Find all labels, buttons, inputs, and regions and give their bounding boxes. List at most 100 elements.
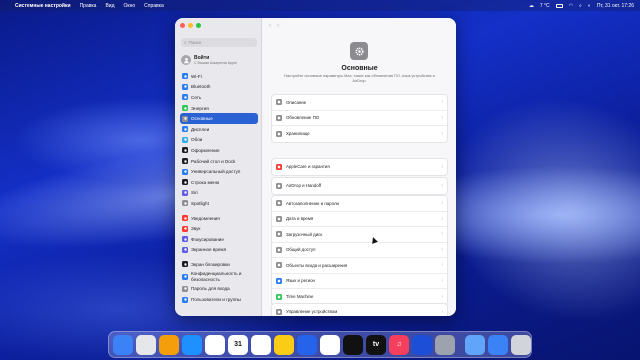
settings-row-label: Объекты входа и расширения <box>286 262 348 268</box>
settings-row-label: AppleCare и гарантия <box>286 164 330 170</box>
launchpad-icon[interactable] <box>136 334 156 355</box>
globe-icon <box>182 94 188 101</box>
sidebar-item[interactable]: Энергия <box>180 103 258 114</box>
sidebar-item[interactable]: Bluetooth <box>180 82 258 93</box>
battery-status-icon[interactable] <box>555 3 563 8</box>
finder-icon[interactable] <box>113 334 133 355</box>
sidebar-item[interactable]: Основные <box>180 113 258 124</box>
sidebar-item[interactable]: Wi-Fi <box>180 71 258 82</box>
sidebar-item-label: Siri <box>191 190 198 196</box>
menu-edit[interactable]: Правка <box>80 3 97 9</box>
keynote-icon[interactable] <box>297 334 317 355</box>
search-field[interactable]: ⌕ Поиск <box>181 38 257 47</box>
sidebar-item-label: Spotlight <box>191 200 209 206</box>
sidebar-item[interactable]: Экранное время <box>180 245 258 256</box>
close-button[interactable] <box>180 23 185 28</box>
photos-icon[interactable] <box>205 334 225 355</box>
weather-label[interactable]: 7 °C <box>540 3 550 9</box>
sidebar-item[interactable]: Экран блокировки <box>180 259 258 270</box>
settings-row-label: Обновление ПО <box>286 115 320 121</box>
settings-row[interactable]: Язык и регион › <box>272 274 447 289</box>
settings-row-label: Дата и время <box>286 216 314 222</box>
sidebar-item[interactable]: Пользователи и группы <box>180 294 258 305</box>
app-store-icon[interactable] <box>182 334 202 355</box>
users-icon <box>182 296 188 303</box>
search-placeholder: Поиск <box>188 40 202 45</box>
sidebar-item[interactable]: Siri <box>180 188 258 199</box>
sidebar-item[interactable]: Обои <box>180 135 258 146</box>
sidebar-item-label: Звук <box>191 226 201 232</box>
sidebar-item[interactable]: Дисплеи <box>180 124 258 135</box>
account-signin[interactable]: Войти С Вашим Аккаунтом Apple <box>181 52 259 68</box>
system-settings-icon[interactable] <box>435 334 455 355</box>
settings-row[interactable]: Обновление ПО › <box>272 111 447 126</box>
settings-row[interactable]: Описание › <box>272 95 447 111</box>
settings-row[interactable]: Автозаполнение и пароли › <box>272 196 447 212</box>
sidebar-item-label: Энергия <box>191 105 209 111</box>
tv-icon[interactable]: tv <box>366 334 386 355</box>
wifi-status-icon[interactable]: ◠ <box>569 3 573 9</box>
main-pane: ‹ › Основные Настройте основные параметр… <box>263 18 456 316</box>
lock-screen-icon <box>182 261 188 268</box>
gear-icon <box>182 115 188 122</box>
settings-row[interactable]: Хранилище › <box>272 126 447 142</box>
sidebar-item[interactable]: Строка меню <box>180 177 258 188</box>
control-center-icon[interactable]: ◐ <box>588 3 591 9</box>
calendar-icon[interactable]: 31 <box>228 334 248 355</box>
page-description: Настройте основные параметры Mac, такие … <box>284 73 435 83</box>
xcode-icon[interactable] <box>412 334 432 355</box>
chevron-right-icon: › <box>441 262 443 269</box>
settings-row-label: Язык и регион <box>286 278 315 284</box>
sidebar-item[interactable]: Фокусирование <box>180 234 258 245</box>
notes-icon[interactable] <box>274 334 294 355</box>
dock-icon <box>182 158 188 165</box>
weather-icon[interactable]: ☁ <box>529 3 534 9</box>
downloads-icon[interactable] <box>488 334 508 355</box>
lock-icon <box>182 285 188 292</box>
folder-icon[interactable] <box>465 334 485 355</box>
sidebar-item[interactable]: Уведомления <box>180 213 258 224</box>
calculator-icon[interactable] <box>159 334 179 355</box>
sidebar-item-label: Строка меню <box>191 179 220 185</box>
sidebar-item[interactable]: Пароль для входа <box>180 284 258 295</box>
settings-row[interactable]: Управление устройством › <box>272 304 447 316</box>
forward-button[interactable]: › <box>277 23 279 29</box>
sidebar-item-label: Рабочий стол и Dock <box>191 158 236 164</box>
preview-icon[interactable] <box>320 334 340 355</box>
app-menu[interactable]: Системные настройки <box>15 3 71 9</box>
affinity-icon[interactable] <box>343 334 363 355</box>
sidebar-item[interactable]: Сеть <box>180 92 258 103</box>
hand-icon <box>182 273 188 280</box>
sidebar-item-label: Дисплеи <box>191 126 210 132</box>
sidebar-item[interactable]: Конфиденциальность и безопасность <box>180 270 258 284</box>
settings-row[interactable]: Объекты входа и расширения › <box>272 258 447 274</box>
menu-view[interactable]: Вид <box>105 3 114 9</box>
siri-icon <box>182 189 188 196</box>
sidebar-item[interactable]: Звук <box>180 223 258 234</box>
menu-window[interactable]: Окно <box>124 3 136 9</box>
settings-row[interactable]: Дата и время › <box>272 212 447 227</box>
sidebar-item[interactable]: Универсальный доступ <box>180 166 258 177</box>
music-icon[interactable]: ♫ <box>389 334 409 355</box>
minimize-button[interactable] <box>188 23 193 28</box>
settings-row[interactable]: AirDrop и Handoff › <box>272 178 447 194</box>
settings-row[interactable]: AppleCare и гарантия › <box>272 159 447 175</box>
zoom-button[interactable] <box>196 23 201 28</box>
back-button[interactable]: ‹ <box>269 23 271 29</box>
sidebar-item[interactable]: Spotlight <box>180 198 258 209</box>
trash-icon[interactable] <box>511 334 531 355</box>
sidebar-item[interactable]: Рабочий стол и Dock <box>180 156 258 167</box>
spotlight-icon[interactable]: ⌕ <box>579 3 582 9</box>
clock-label[interactable]: Пт, 31 окт. 17:26 <box>597 3 634 9</box>
sidebar-item-label: Универсальный доступ <box>191 169 241 175</box>
reminders-icon[interactable] <box>251 334 271 355</box>
battery-icon <box>182 105 188 112</box>
chevron-right-icon: › <box>441 114 443 121</box>
page-title: Основные <box>341 65 378 72</box>
menu-bar: Системные настройки Правка Вид Окно Спра… <box>0 0 640 11</box>
menu-help[interactable]: Справка <box>144 3 164 9</box>
settings-row[interactable]: Общий доступ › <box>272 243 447 258</box>
settings-row[interactable]: Загрузочный диск › <box>272 227 447 243</box>
sidebar-item[interactable]: Оформление <box>180 145 258 156</box>
settings-row-label: Общий доступ <box>286 247 316 253</box>
